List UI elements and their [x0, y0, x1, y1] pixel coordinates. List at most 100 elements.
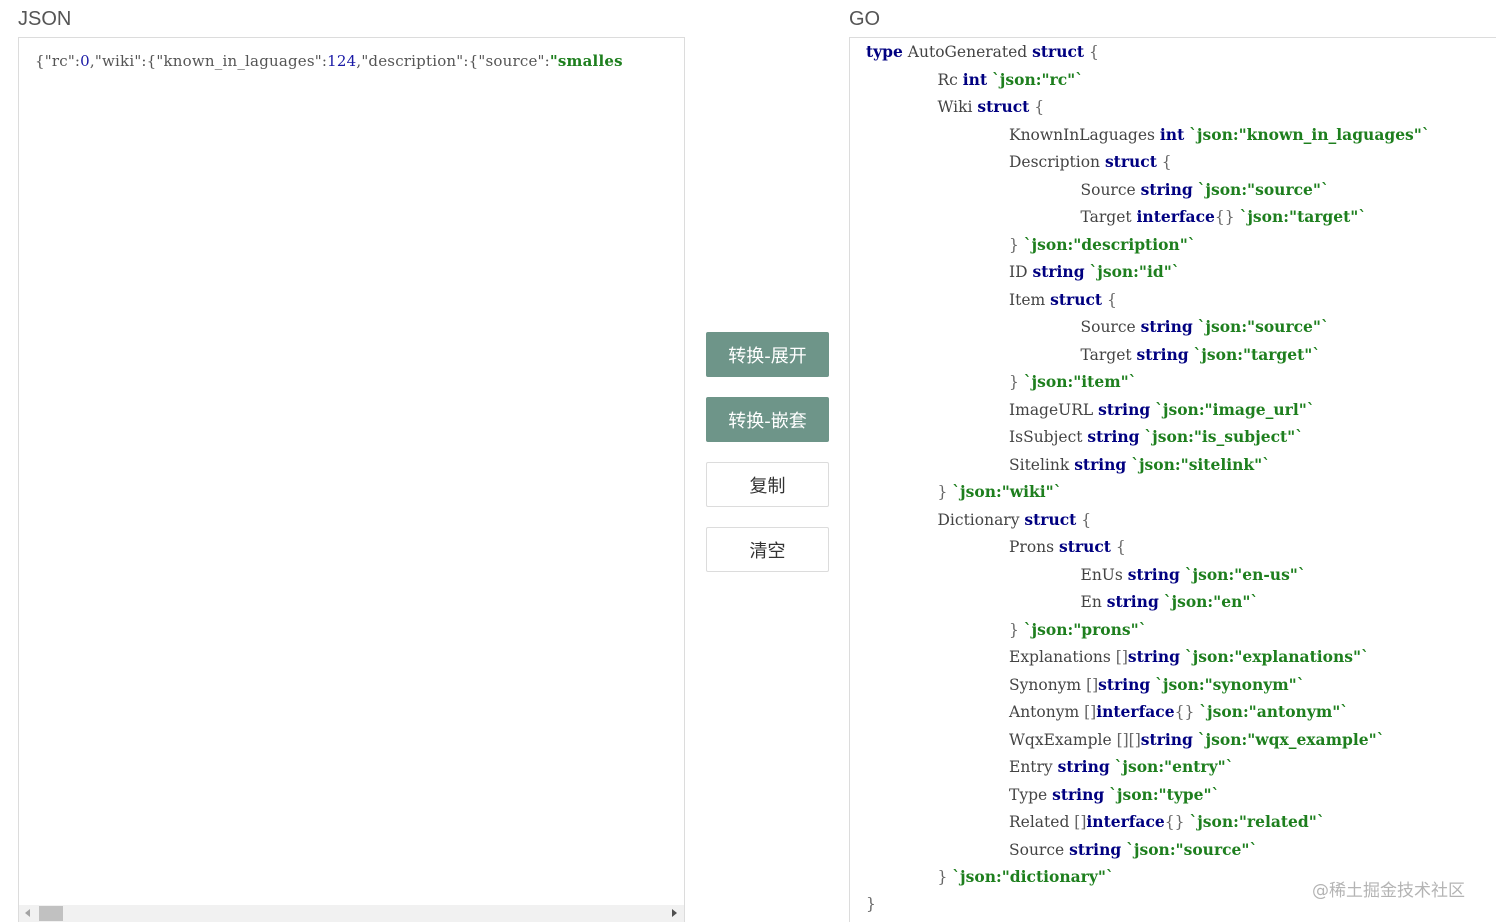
code-token: string [1087, 427, 1140, 446]
code-token: Related [1009, 813, 1075, 831]
code-token: string [1136, 344, 1189, 364]
code-token: { [1102, 290, 1117, 309]
code-line: Related []interface{} `json:"related"` [1009, 808, 1325, 835]
code-token: `json:"wqx_example"` [1197, 729, 1385, 749]
code-line: Target interface{} `json:"target"` [1081, 203, 1367, 230]
code-token: `json:"source"` [1126, 839, 1258, 859]
horizontal-scrollbar[interactable] [19, 905, 684, 922]
code-token: { [1029, 98, 1045, 116]
code-line: Source string `json:"source"` [1081, 176, 1329, 203]
code-line: Target string `json:"target"` [1081, 341, 1321, 368]
scroll-left-arrow-icon[interactable] [25, 909, 30, 917]
code-line: } `json:"dictionary"` [938, 863, 1114, 890]
code-line: } `json:"description"` [1009, 231, 1196, 258]
convert-expand-button[interactable]: 转换-展开 [706, 332, 829, 377]
clear-button[interactable]: 清空 [706, 527, 829, 572]
code-token: string [1140, 729, 1193, 749]
code-line: ID string `json:"id"` [1009, 258, 1180, 285]
code-token: interface [1096, 702, 1175, 721]
code-token: Target [1080, 208, 1137, 226]
copy-button[interactable]: 复制 [706, 462, 829, 507]
code-line: Source string `json:"source"` [1081, 313, 1329, 340]
code-token: string [1140, 317, 1193, 336]
code-token: } [1009, 620, 1024, 639]
go-output-editor[interactable]: type AutoGenerated struct {Rc int `json:… [849, 37, 1496, 922]
code-token: Source [1080, 318, 1141, 336]
code-token: Sitelink [1009, 455, 1075, 474]
code-line: } `json:"wiki"` [938, 478, 1062, 505]
code-line: Type string `json:"type"` [1009, 781, 1219, 808]
code-token: ImageURL [1009, 400, 1099, 419]
code-token: IsSubject [1009, 428, 1088, 446]
code-token: `json:"id"` [1089, 262, 1180, 281]
code-token: } [1009, 373, 1024, 391]
code-line: Source string `json:"source"` [1009, 836, 1257, 863]
code-token: [] [1074, 813, 1087, 831]
code-token: struct [1050, 289, 1103, 309]
code-token: { [1076, 510, 1092, 529]
code-token: string [1098, 674, 1151, 694]
code-token: { [1156, 153, 1172, 171]
code-line: Prons struct { [1009, 533, 1126, 560]
code-line: Antonym []interface{} `json:"antonym"` [1009, 698, 1348, 725]
code-line: Rc int `json:"rc"` [938, 66, 1083, 93]
code-token: string [1127, 647, 1180, 666]
code-token: interface [1086, 812, 1165, 831]
code-line: Sitelink string `json:"sitelink"` [1009, 451, 1270, 478]
code-token: } [937, 868, 953, 886]
json-token: ,"wiki":{"known_in_laguages": [89, 52, 328, 70]
code-token: Prons [1009, 538, 1060, 556]
code-token: `json:"is_subject"` [1144, 427, 1304, 446]
json-token: 124 [327, 52, 357, 70]
code-token: `json:"description"` [1023, 234, 1196, 254]
code-line: } `json:"prons"` [1009, 616, 1146, 643]
code-token: string [1069, 839, 1122, 859]
json-panel-title: JSON [18, 8, 72, 30]
code-line: type AutoGenerated struct { [866, 38, 1099, 65]
code-token: } [1009, 235, 1024, 254]
code-token: [] [1086, 675, 1099, 694]
code-line: WqxExample [][]string `json:"wqx_example… [1009, 726, 1384, 753]
code-line: } [866, 891, 876, 918]
code-token: string [1057, 757, 1110, 776]
code-token: `json:"known_in_laguages"` [1189, 124, 1430, 144]
code-token: `json:"related"` [1189, 812, 1325, 831]
code-token: string [1098, 399, 1151, 419]
code-token: `json:"entry"` [1114, 757, 1234, 776]
code-line: Entry string `json:"entry"` [1009, 753, 1233, 780]
convert-nested-button[interactable]: 转换-嵌套 [706, 397, 829, 442]
json-input-text[interactable]: {"rc":0,"wiki":{"known_in_laguages":124,… [35, 52, 623, 70]
code-token: `json:"en-us"` [1184, 564, 1306, 584]
code-token: Item [1009, 290, 1051, 309]
code-token: `json:"synonym"` [1155, 674, 1305, 694]
code-line: En string `json:"en"` [1081, 588, 1259, 615]
code-token: En [1080, 593, 1107, 611]
code-token: Entry [1009, 758, 1058, 776]
code-token: Source [1080, 180, 1141, 199]
code-token: [][] [1116, 730, 1141, 749]
code-token: struct [1104, 152, 1157, 171]
code-token: {} [1164, 813, 1185, 831]
json-token: 0 [80, 52, 90, 70]
code-token: WqxExample [1009, 730, 1117, 749]
code-token: `json:"rc"` [992, 69, 1083, 89]
code-token: `json:"item"` [1023, 372, 1137, 391]
code-line: Item struct { [1009, 286, 1117, 313]
code-token: struct [1024, 509, 1077, 529]
code-line: Dictionary struct { [938, 506, 1092, 533]
go-panel-title: GO [849, 8, 881, 30]
code-token: `json:"prons"` [1023, 619, 1147, 639]
json-input-editor[interactable]: {"rc":0,"wiki":{"known_in_laguages":124,… [18, 37, 685, 922]
code-line: ImageURL string `json:"image_url"` [1009, 396, 1315, 423]
code-token: { [1110, 538, 1126, 556]
code-line: Explanations []string `json:"explanation… [1009, 643, 1369, 670]
code-token: string [1127, 564, 1180, 584]
code-token: `json:"type"` [1109, 784, 1220, 804]
code-token: Synonym [1009, 675, 1087, 694]
code-token: `json:"antonym"` [1199, 702, 1349, 721]
scroll-right-arrow-icon[interactable] [672, 909, 677, 917]
json-token: "smalles [549, 52, 623, 70]
code-token: string [1106, 592, 1159, 611]
json-token: {"rc": [35, 52, 81, 70]
scrollbar-thumb[interactable] [39, 906, 63, 921]
